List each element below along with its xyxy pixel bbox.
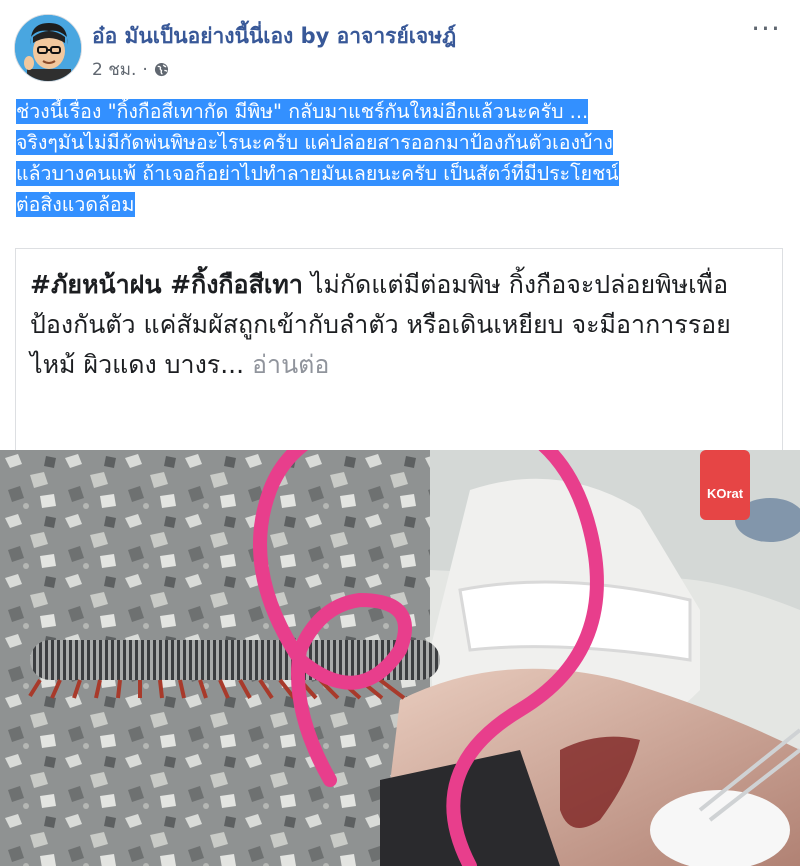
globe-icon[interactable] xyxy=(154,62,169,77)
photo-watermark: KOrat xyxy=(707,486,744,501)
shared-photo[interactable]: KOrat xyxy=(0,450,800,866)
post-header: อ๋อ มันเป็นอย่างนี้นี่เอง by อาจารย์เจษฎ… xyxy=(0,0,800,95)
read-more-link[interactable]: อ่านต่อ xyxy=(252,350,329,379)
post-text-selection: ช่วงนี้เรื่อง "กิ้งกือสีเทากัด มีพิษ" กล… xyxy=(16,99,619,217)
post-meta: 2 ชม. · xyxy=(92,56,169,83)
shared-hashtags[interactable]: #ภัยหน้าฝน #กิ้งกือสีเทา xyxy=(30,270,303,299)
shared-card-text[interactable]: #ภัยหน้าฝน #กิ้งกือสีเทา ไม่กัดแต่มีต่อม… xyxy=(30,265,770,385)
post-options-button[interactable]: ··· xyxy=(748,14,784,44)
author-name[interactable]: อ๋อ มันเป็นอย่างนี้นี่เอง by อาจารย์เจษฎ… xyxy=(92,20,456,53)
author-avatar[interactable] xyxy=(14,14,82,82)
meta-separator: · xyxy=(142,59,148,80)
photo-illustration: KOrat xyxy=(0,450,800,866)
cartoon-avatar-icon xyxy=(15,15,81,81)
post-text: ช่วงนี้เรื่อง "กิ้งกือสีเทากัด มีพิษ" กล… xyxy=(16,96,786,220)
post-time[interactable]: 2 ชม. xyxy=(92,56,136,83)
